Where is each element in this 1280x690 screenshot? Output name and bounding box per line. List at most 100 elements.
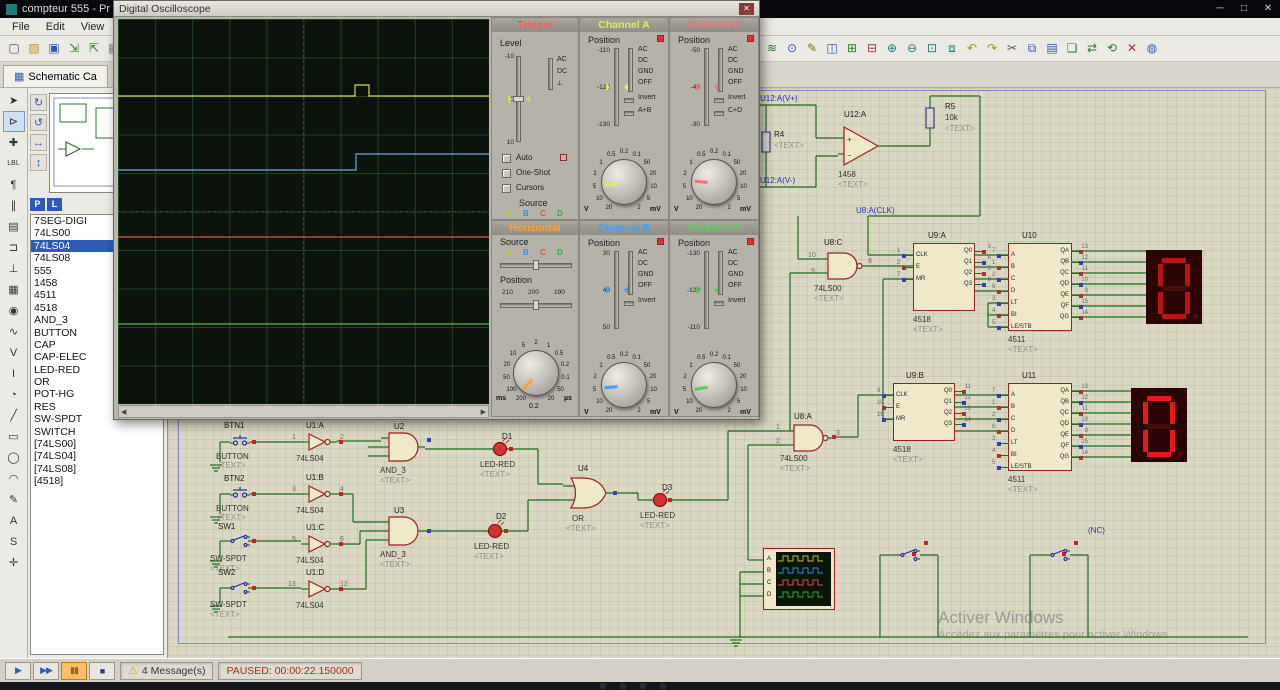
buses-mode[interactable]: ∥	[3, 195, 25, 216]
spdt-switch-component[interactable]	[226, 580, 250, 596]
device-item[interactable]: [74LS08]	[31, 463, 163, 475]
push-button-component[interactable]	[230, 487, 250, 501]
undo[interactable]: ↶	[962, 38, 982, 58]
pick-parts[interactable]: ◍	[1142, 38, 1162, 58]
inverter-gate[interactable]	[301, 579, 337, 599]
oscilloscope-close-button[interactable]: ✕	[739, 3, 754, 15]
mirror-vertical[interactable]: ↕	[30, 154, 47, 171]
oscilloscope-hscrollbar[interactable]: ◀ ▶	[118, 405, 489, 418]
nand-gate[interactable]	[786, 424, 832, 452]
play-button[interactable]: ▶	[5, 662, 31, 680]
resistor-component[interactable]	[761, 128, 771, 156]
wire-label-mode[interactable]: LBL	[3, 153, 25, 174]
rotate-anticlockwise[interactable]: ↺	[30, 114, 47, 131]
paste[interactable]: ▤	[1042, 38, 1062, 58]
2d-symbol-mode[interactable]: S	[3, 531, 25, 552]
spdt-switch-component[interactable]	[1046, 547, 1070, 563]
channel-c-sum-toggle[interactable]	[714, 111, 724, 116]
block-move[interactable]: ⇄	[1082, 38, 1102, 58]
timebase-knob[interactable]	[513, 350, 559, 396]
tab-schematic-capture[interactable]: ▦ Schematic Ca	[3, 65, 108, 87]
led-component[interactable]	[650, 490, 670, 510]
mirror-horizontal[interactable]: ↔	[30, 134, 47, 151]
channel-b-invert-toggle[interactable]	[624, 301, 634, 306]
device-pins-mode[interactable]: ⊥	[3, 258, 25, 279]
text-script-mode[interactable]: ¶	[3, 174, 25, 195]
property-assignment-tool[interactable]: ✎	[802, 38, 822, 58]
import-section[interactable]: ⇲	[64, 38, 84, 58]
2d-path-mode[interactable]: ✎	[3, 489, 25, 510]
mini-oscilloscope-component[interactable]: ABCD	[763, 548, 835, 610]
trigger-cursors-toggle[interactable]	[502, 184, 511, 193]
component-mode[interactable]: ⊳	[3, 111, 25, 132]
virtual-instruments-mode[interactable]: ◔	[3, 384, 25, 405]
inverter-gate[interactable]	[301, 534, 337, 554]
new-project[interactable]: ▢	[4, 38, 24, 58]
trigger-oneshot-toggle[interactable]	[502, 169, 511, 178]
channel-d-invert-toggle[interactable]	[714, 301, 724, 306]
scroll-right-arrow[interactable]: ▶	[481, 408, 486, 416]
current-probe-mode[interactable]: I	[3, 363, 25, 384]
ic-component[interactable]: CLK9E10MR15Q011Q112Q213Q314	[893, 383, 955, 441]
resistor-component[interactable]	[925, 104, 935, 132]
channel-c-invert-toggle[interactable]	[714, 98, 724, 103]
channel-b-position-slider[interactable]	[614, 251, 619, 329]
minimize-button[interactable]: ─	[1208, 0, 1232, 18]
oscilloscope-window[interactable]: Digital Oscilloscope ✕ ◀ ▶ TriggerLevel-…	[113, 0, 760, 420]
led-component[interactable]	[485, 521, 505, 541]
device-item[interactable]: [74LS04]	[31, 450, 163, 462]
message-panel[interactable]: ⚠ 4 Message(s)	[120, 662, 213, 680]
graph-mode[interactable]: ▦	[3, 279, 25, 300]
device-item[interactable]: [74LS00]	[31, 438, 163, 450]
and3-gate[interactable]	[381, 432, 425, 462]
zoom-area[interactable]: ⧈	[942, 38, 962, 58]
new-sheet[interactable]: ⊞	[842, 38, 862, 58]
block-delete[interactable]: ✕	[1122, 38, 1142, 58]
trigger-auto-toggle[interactable]	[502, 154, 511, 163]
pick-devices-button[interactable]: P	[30, 198, 45, 211]
channel-b-gain-knob[interactable]	[601, 362, 647, 408]
channel-d-gain-knob[interactable]	[691, 362, 737, 408]
close-button[interactable]: ✕	[1256, 0, 1280, 18]
2d-circle-mode[interactable]: ◯	[3, 447, 25, 468]
or-gate[interactable]	[563, 476, 611, 510]
library-button[interactable]: L	[47, 198, 62, 211]
menu-file[interactable]: File	[4, 20, 38, 34]
2d-arc-mode[interactable]: ◠	[3, 468, 25, 489]
scroll-left-arrow[interactable]: ◀	[121, 408, 126, 416]
remove-sheet[interactable]: ⊟	[862, 38, 882, 58]
subcircuit-mode[interactable]: ▤	[3, 216, 25, 237]
block-rotate[interactable]: ⟲	[1102, 38, 1122, 58]
spdt-switch-component[interactable]	[226, 533, 250, 549]
pause-button[interactable]: ▮▮	[61, 662, 87, 680]
channel-c-gain-knob[interactable]	[691, 159, 737, 205]
channel-a-gain-knob[interactable]	[601, 159, 647, 205]
step-button[interactable]: ▶▶	[33, 662, 59, 680]
and3-gate[interactable]	[381, 516, 425, 546]
channel-d-position-slider[interactable]	[704, 251, 709, 329]
2d-line-mode[interactable]: ╱	[3, 405, 25, 426]
windows-taskbar[interactable]	[0, 682, 1280, 690]
redo[interactable]: ↷	[982, 38, 1002, 58]
ic-component[interactable]: A7B1C2D6LT3BI4LE/STB5QA13QB12QC11QD10QE9…	[1008, 243, 1072, 331]
wire-autorouter[interactable]: ≋	[762, 38, 782, 58]
2d-marker-mode[interactable]: ✛	[3, 552, 25, 573]
spdt-switch-component[interactable]	[896, 547, 920, 563]
cut[interactable]: ✂	[1002, 38, 1022, 58]
menu-edit[interactable]: Edit	[38, 20, 73, 34]
inverter-gate[interactable]	[301, 484, 337, 504]
channel-a-invert-toggle[interactable]	[624, 98, 634, 103]
menu-view[interactable]: View	[73, 20, 113, 34]
2d-text-mode[interactable]: A	[3, 510, 25, 531]
channel-a-sum-toggle[interactable]	[624, 111, 634, 116]
2d-box-mode[interactable]: ▭	[3, 426, 25, 447]
junction-dot-mode[interactable]: ✚	[3, 132, 25, 153]
maximize-button[interactable]: □	[1232, 0, 1256, 18]
voltage-probe-mode[interactable]: V	[3, 342, 25, 363]
push-button-component[interactable]	[230, 435, 250, 449]
device-item[interactable]: [4518]	[31, 475, 163, 487]
open-project[interactable]: ▨	[24, 38, 44, 58]
inverter-gate[interactable]	[301, 432, 337, 452]
save-project[interactable]: ▣	[44, 38, 64, 58]
zoom-out[interactable]: ⊖	[902, 38, 922, 58]
